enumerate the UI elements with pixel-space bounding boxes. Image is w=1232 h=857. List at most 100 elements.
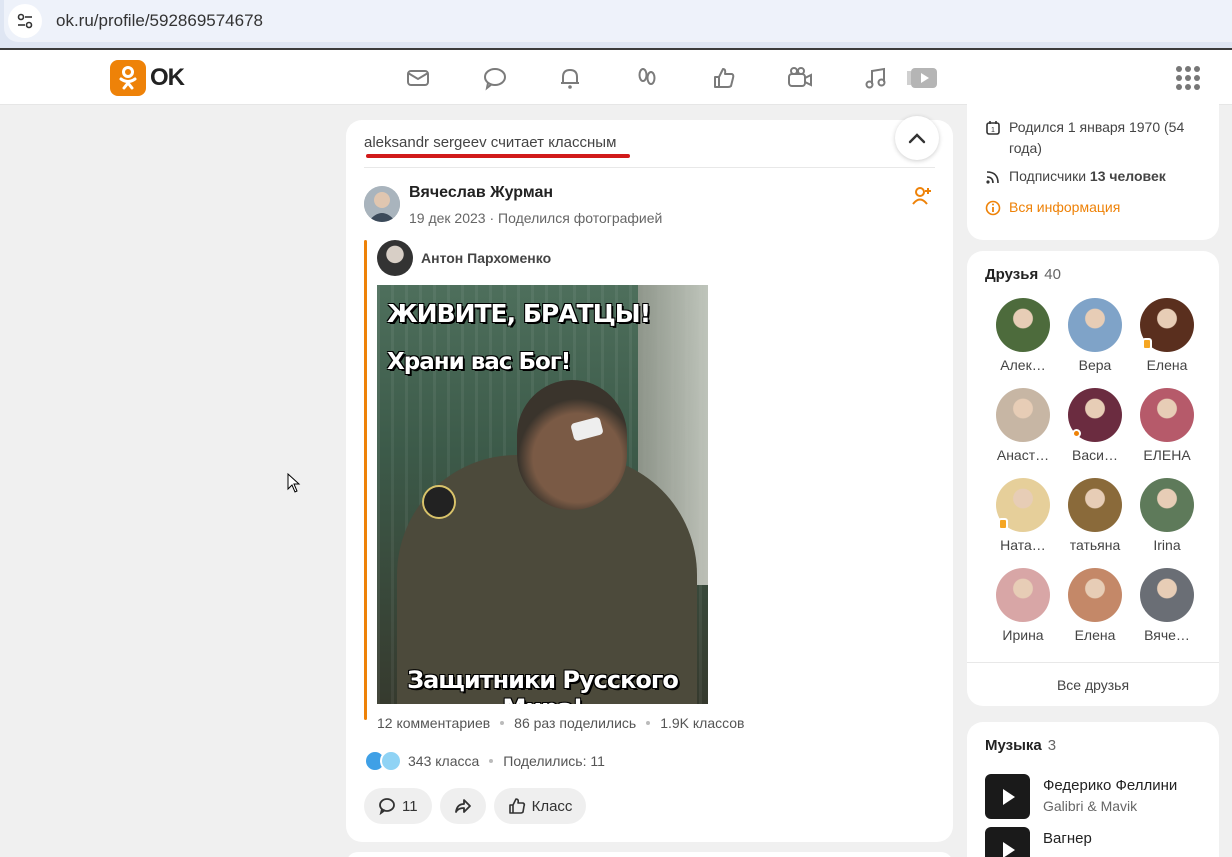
post-photo[interactable]: ЖИВИТЕ, БРАТЦЫ! Храни вас Бог! Защитники… (377, 285, 708, 704)
friend-avatar[interactable] (1068, 388, 1122, 442)
post-date[interactable]: 19 дек 2023 (409, 210, 486, 226)
stat-dot (500, 721, 505, 725)
notifications-icon[interactable] (556, 64, 584, 92)
messages-icon[interactable] (404, 64, 432, 92)
play-icon[interactable] (985, 827, 1030, 857)
friend-avatar[interactable] (996, 568, 1050, 622)
friend-item[interactable]: Вера (1059, 298, 1131, 378)
friend-avatar[interactable] (1068, 568, 1122, 622)
friend-avatar[interactable] (1140, 388, 1194, 442)
share-button[interactable] (439, 788, 486, 824)
friend-avatar[interactable] (1068, 298, 1122, 352)
apps-grid-icon[interactable] (1176, 66, 1200, 90)
klass-label: Класс (531, 797, 573, 815)
friend-avatar[interactable] (996, 388, 1050, 442)
followers-label: Подписчики (1009, 168, 1090, 184)
url-text[interactable]: ok.ru/profile/592869574678 (56, 11, 263, 31)
friends-title[interactable]: Друзья 40 (985, 266, 1061, 283)
feed-post: aleksandr sergeev считает классным Вячес… (346, 116, 953, 842)
friend-name[interactable]: ЕЛЕНА (1134, 447, 1200, 463)
friend-name[interactable]: Елена (1062, 627, 1128, 643)
followers-row[interactable]: Подписчики 13 человек (985, 166, 1166, 187)
photo-patch (422, 485, 456, 519)
marks-icon[interactable] (710, 64, 738, 92)
original-author-name[interactable]: Антон Пархоменко (421, 250, 551, 266)
friend-item[interactable]: ЕЛЕНА (1131, 388, 1203, 468)
video-icon[interactable] (907, 64, 939, 92)
guests-icon[interactable] (633, 64, 661, 92)
highlight-underline (366, 154, 630, 158)
friend-name[interactable]: Вера (1062, 357, 1128, 373)
friend-item[interactable]: Вяче… (1131, 568, 1203, 648)
friend-name[interactable]: Васи… (1062, 447, 1128, 463)
friend-name[interactable]: Irina (1134, 537, 1200, 553)
browser-toolbar: ok.ru/profile/592869574678 (0, 0, 1232, 48)
music-count: 3 (1047, 737, 1057, 754)
shares-count[interactable]: 86 раз поделились (514, 715, 636, 731)
likes-count[interactable]: 1.9K классов (660, 715, 744, 731)
comments-count[interactable]: 12 комментариев (377, 715, 490, 731)
author-avatar[interactable] (364, 186, 400, 222)
friend-item[interactable]: татьяна (1059, 478, 1131, 558)
profile-info-card: 1 Родился 1 января 1970 (54 года) Подпис… (967, 100, 1219, 240)
video-calls-icon[interactable] (786, 64, 814, 92)
track-title: Вагнер (1043, 830, 1092, 847)
comment-icon (379, 798, 395, 815)
author-name[interactable]: Вячеслав Журман (409, 184, 553, 202)
friend-avatar[interactable] (1140, 568, 1194, 622)
friends-count: 40 (1044, 266, 1061, 283)
track-item[interactable]: Вагнер (985, 827, 1205, 857)
photo-figure-head (517, 380, 627, 510)
original-author-avatar[interactable] (377, 240, 413, 276)
music-icon[interactable] (862, 64, 890, 92)
friend-name[interactable]: Ната… (990, 537, 1056, 553)
add-friend-icon[interactable] (912, 186, 932, 206)
address-bar[interactable]: ok.ru/profile/592869574678 (4, 0, 1232, 42)
friend-name[interactable]: Ирина (990, 627, 1056, 643)
friend-avatar[interactable] (1068, 478, 1122, 532)
site-info-icon[interactable] (8, 4, 42, 38)
friend-item[interactable]: Алек… (987, 298, 1059, 378)
liked-by-text[interactable]: aleksandr sergeev считает классным (364, 134, 616, 151)
friend-name[interactable]: татьяна (1062, 537, 1128, 553)
collapse-button[interactable] (895, 116, 939, 160)
stat-dot (646, 721, 651, 725)
next-feed-post (346, 852, 953, 857)
track-artist: Galibri & Mavik (1043, 798, 1138, 814)
friend-avatar[interactable] (1140, 478, 1194, 532)
friend-item[interactable]: Irina (1131, 478, 1203, 558)
play-icon[interactable] (985, 774, 1030, 819)
all-info-link[interactable]: Вся информация (985, 197, 1120, 218)
all-friends-link[interactable]: Все друзья (967, 677, 1219, 693)
friends-divider (967, 662, 1219, 663)
post-actions: 11 Класс (364, 788, 587, 824)
friend-item[interactable]: Елена (1131, 298, 1203, 378)
photo-caption-middle: Храни вас Бог! (387, 349, 571, 375)
followers-count: 13 человек (1089, 168, 1166, 184)
music-title[interactable]: Музыка 3 (985, 737, 1056, 754)
friend-item[interactable]: Елена (1059, 568, 1131, 648)
site-header: OK (0, 50, 1232, 105)
friend-name[interactable]: Вяче… (1134, 627, 1200, 643)
friend-item[interactable]: Анаст… (987, 388, 1059, 468)
original-post-stats: 12 комментариев 86 раз поделились 1.9K к… (377, 715, 745, 731)
shared-count[interactable]: Поделились: 11 (503, 753, 605, 769)
friends-title-text: Друзья (985, 266, 1039, 283)
friend-item[interactable]: Ната… (987, 478, 1059, 558)
ok-logo-text: OK (150, 64, 185, 91)
friend-avatar[interactable] (996, 478, 1050, 532)
track-item[interactable]: Федерико Феллини Galibri & Mavik (985, 774, 1205, 820)
comment-button[interactable]: 11 (364, 788, 432, 824)
klass-count[interactable]: 343 класса (408, 753, 479, 769)
friend-item[interactable]: Ирина (987, 568, 1059, 648)
discussions-icon[interactable] (481, 64, 509, 92)
friend-name[interactable]: Елена (1134, 357, 1200, 373)
ok-logo[interactable]: OK (110, 60, 185, 96)
friend-name[interactable]: Алек… (990, 357, 1056, 373)
klass-button[interactable]: Класс (493, 788, 587, 824)
friend-item[interactable]: Васи… (1059, 388, 1131, 468)
comment-count: 11 (402, 797, 418, 815)
friend-avatar[interactable] (1140, 298, 1194, 352)
friend-avatar[interactable] (996, 298, 1050, 352)
friend-name[interactable]: Анаст… (990, 447, 1056, 463)
